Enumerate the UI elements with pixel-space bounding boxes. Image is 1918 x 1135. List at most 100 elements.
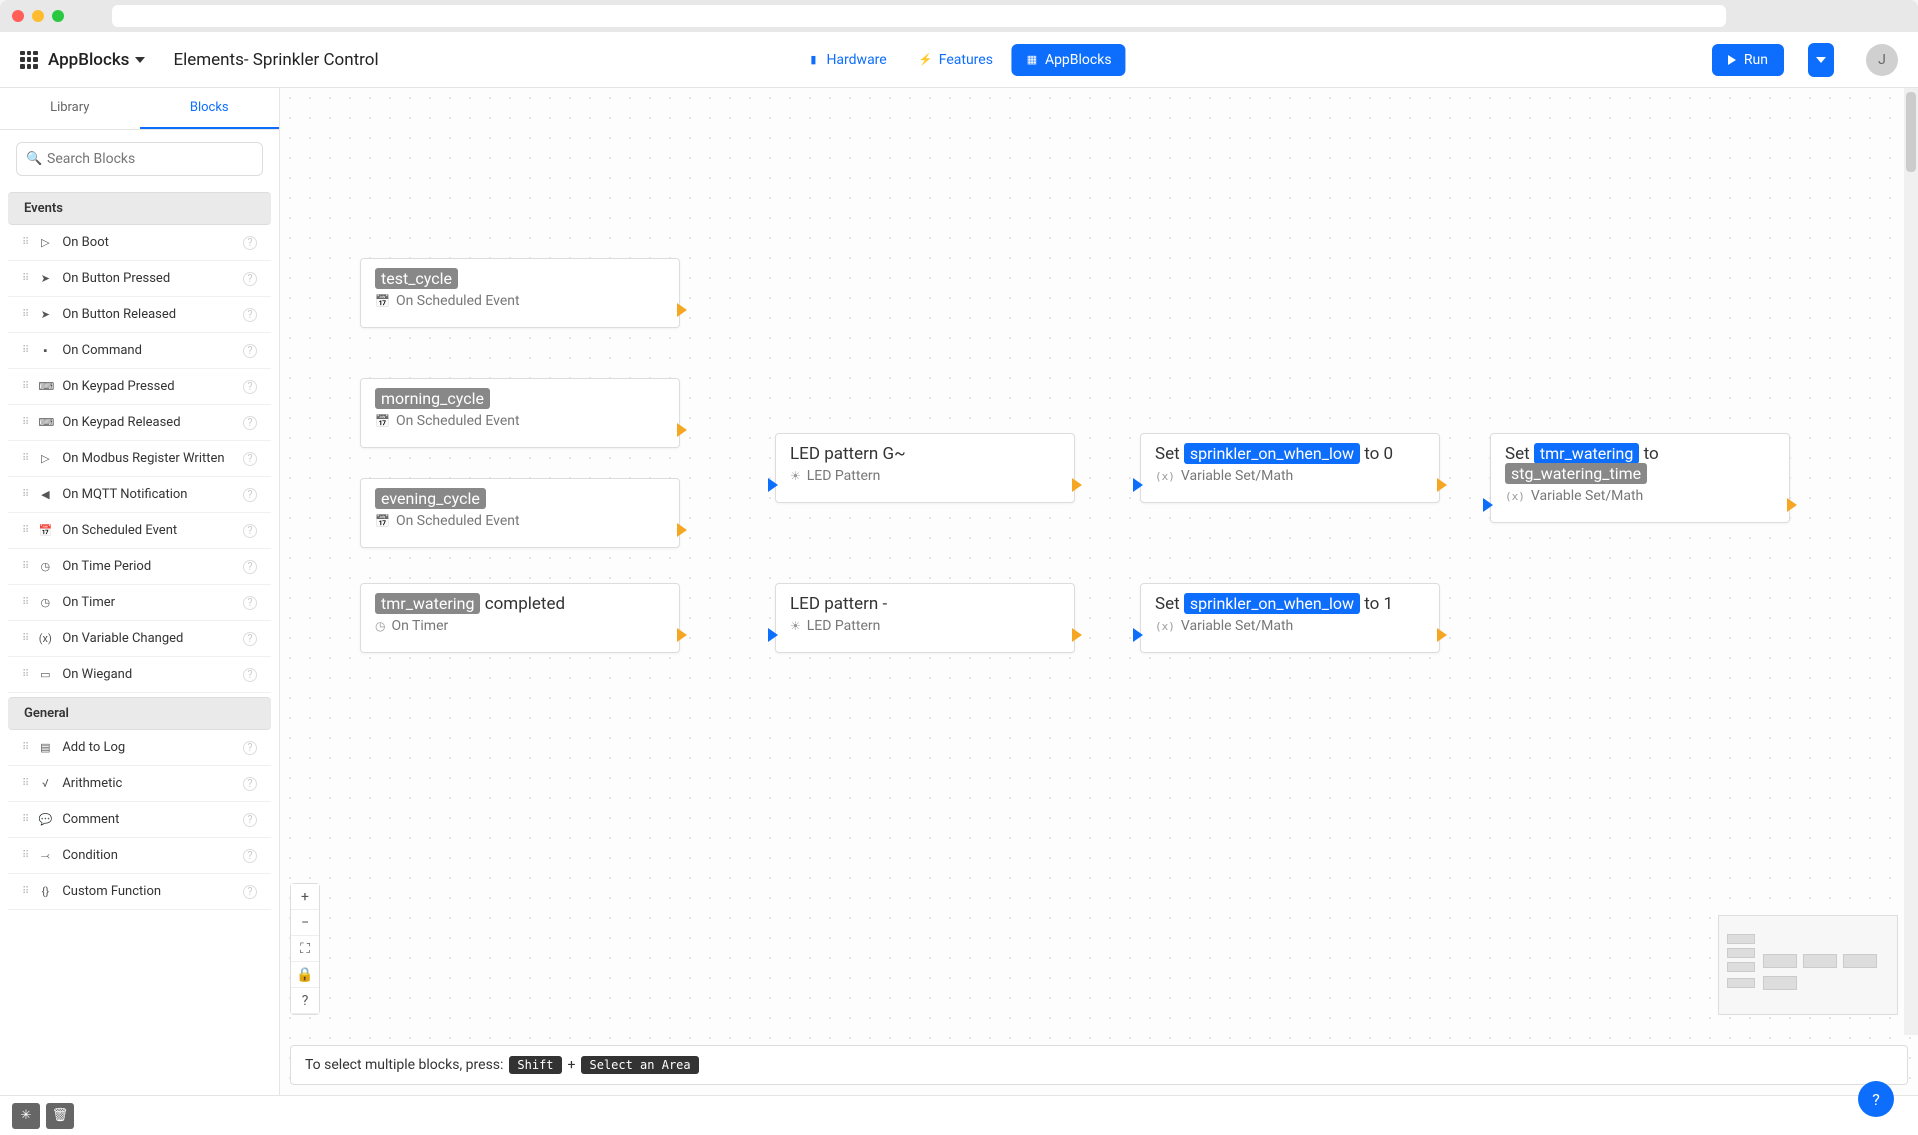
- canvas[interactable]: test_cycle On Scheduled Event morning_cy…: [280, 88, 1918, 1095]
- output-port[interactable]: [1437, 478, 1447, 492]
- clock-icon: [375, 618, 385, 634]
- help-icon[interactable]: ?: [243, 668, 257, 682]
- block-item-arithmetic[interactable]: ⠿√Arithmetic?: [8, 766, 271, 802]
- node-set-sprinkler-1[interactable]: Set sprinkler_on_when_low to 1 Variable …: [1140, 583, 1440, 653]
- node-tmr-watering[interactable]: tmr_watering completed On Timer: [360, 583, 680, 653]
- output-port[interactable]: [1787, 498, 1797, 512]
- output-port[interactable]: [1072, 628, 1082, 642]
- help-icon[interactable]: ?: [243, 236, 257, 250]
- node-test-cycle[interactable]: test_cycle On Scheduled Event: [360, 258, 680, 328]
- block-item-on-keypad-released[interactable]: ⠿⌨On Keypad Released?: [8, 405, 271, 441]
- node-value: 0: [1384, 444, 1394, 464]
- help-icon[interactable]: ?: [243, 777, 257, 791]
- block-item-custom-function[interactable]: ⠿{}Custom Function?: [8, 874, 271, 910]
- search-input[interactable]: [16, 142, 263, 176]
- help-icon[interactable]: ?: [243, 849, 257, 863]
- node-morning-cycle[interactable]: morning_cycle On Scheduled Event: [360, 378, 680, 448]
- block-item-on-modbus[interactable]: ⠿▷On Modbus Register Written?: [8, 441, 271, 477]
- block-item-on-command[interactable]: ⠿▪On Command?: [8, 333, 271, 369]
- block-item-on-keypad-pressed[interactable]: ⠿⌨On Keypad Pressed?: [8, 369, 271, 405]
- block-item-on-time-period[interactable]: ⠿◷On Time Period?: [8, 549, 271, 585]
- output-port[interactable]: [677, 303, 687, 317]
- block-item-on-timer[interactable]: ⠿◷On Timer?: [8, 585, 271, 621]
- app-menu[interactable]: AppBlocks: [20, 50, 145, 70]
- help-button[interactable]: ?: [291, 988, 319, 1014]
- minimize-window-icon[interactable]: [32, 10, 44, 22]
- url-bar[interactable]: [112, 5, 1726, 27]
- help-float-button[interactable]: ?: [1858, 1081, 1894, 1117]
- output-port[interactable]: [1437, 628, 1447, 642]
- variable-icon: [1505, 488, 1525, 504]
- run-label: Run: [1744, 52, 1768, 68]
- apps-grid-icon[interactable]: [20, 51, 38, 69]
- help-icon[interactable]: ?: [243, 524, 257, 538]
- drag-icon: ⠿: [22, 273, 28, 284]
- tab-hardware[interactable]: Hardware: [792, 44, 900, 76]
- help-icon[interactable]: ?: [243, 560, 257, 574]
- kbd-select-area: Select an Area: [581, 1056, 698, 1074]
- node-led-pattern-g[interactable]: LED pattern G~ LED Pattern: [775, 433, 1075, 503]
- block-item-on-scheduled[interactable]: ⠿📅On Scheduled Event?: [8, 513, 271, 549]
- close-window-icon[interactable]: [12, 10, 24, 22]
- tab-appblocks[interactable]: AppBlocks: [1011, 44, 1126, 76]
- help-icon[interactable]: ?: [243, 885, 257, 899]
- help-icon[interactable]: ?: [243, 344, 257, 358]
- node-variable: tmr_watering: [1534, 443, 1639, 464]
- help-icon[interactable]: ?: [243, 380, 257, 394]
- sidebar-tab-blocks[interactable]: Blocks: [140, 88, 280, 129]
- zoom-in-button[interactable]: +: [291, 884, 319, 910]
- block-item-condition[interactable]: ⠿⤙Condition?: [8, 838, 271, 874]
- input-port[interactable]: [1133, 628, 1143, 642]
- drag-icon: ⠿: [22, 489, 28, 500]
- braces-icon: {}: [38, 885, 52, 898]
- node-set-sprinkler-0[interactable]: Set sprinkler_on_when_low to 0 Variable …: [1140, 433, 1440, 503]
- scrollbar[interactable]: [1904, 88, 1918, 1035]
- log-icon: ▤: [38, 741, 52, 754]
- help-icon[interactable]: ?: [243, 308, 257, 322]
- lock-button[interactable]: 🔒: [291, 962, 319, 988]
- help-icon[interactable]: ?: [243, 272, 257, 286]
- help-icon[interactable]: ?: [243, 488, 257, 502]
- input-port[interactable]: [768, 628, 778, 642]
- input-port[interactable]: [768, 478, 778, 492]
- maximize-window-icon[interactable]: [52, 10, 64, 22]
- run-button[interactable]: Run: [1712, 44, 1784, 76]
- run-dropdown[interactable]: [1808, 43, 1834, 77]
- help-icon[interactable]: ?: [243, 813, 257, 827]
- footer: ✳ 🗑: [0, 1095, 1918, 1135]
- nav-tabs: Hardware Features AppBlocks: [792, 44, 1125, 76]
- output-port[interactable]: [677, 423, 687, 437]
- zoom-out-button[interactable]: −: [291, 910, 319, 936]
- trash-button[interactable]: 🗑: [46, 1103, 74, 1129]
- node-subtype: Variable Set/Math: [1181, 618, 1293, 634]
- node-title: LED pattern -: [790, 594, 1060, 614]
- block-item-add-log[interactable]: ⠿▤Add to Log?: [8, 730, 271, 766]
- help-icon[interactable]: ?: [243, 741, 257, 755]
- avatar[interactable]: J: [1866, 44, 1898, 76]
- input-port[interactable]: [1133, 478, 1143, 492]
- output-port[interactable]: [677, 628, 687, 642]
- help-icon[interactable]: ?: [243, 596, 257, 610]
- block-item-on-boot[interactable]: ⠿▷On Boot?: [8, 225, 271, 261]
- node-evening-cycle[interactable]: evening_cycle On Scheduled Event: [360, 478, 680, 548]
- output-port[interactable]: [1072, 478, 1082, 492]
- tab-features[interactable]: Features: [905, 44, 1007, 76]
- help-icon[interactable]: ?: [243, 452, 257, 466]
- block-item-on-button-released[interactable]: ⠿➤On Button Released?: [8, 297, 271, 333]
- help-icon[interactable]: ?: [243, 632, 257, 646]
- node-set-tmr[interactable]: Set tmr_watering to stg_watering_time Va…: [1490, 433, 1790, 523]
- block-item-comment[interactable]: ⠿💬Comment?: [8, 802, 271, 838]
- sidebar-tab-library[interactable]: Library: [0, 88, 140, 129]
- drag-icon: ⠿: [22, 778, 28, 789]
- node-led-pattern-dash[interactable]: LED pattern - LED Pattern: [775, 583, 1075, 653]
- debug-button[interactable]: ✳: [12, 1103, 40, 1129]
- minimap[interactable]: [1718, 915, 1898, 1015]
- block-item-on-wiegand[interactable]: ⠿▭On Wiegand?: [8, 657, 271, 693]
- input-port[interactable]: [1483, 498, 1493, 512]
- output-port[interactable]: [677, 523, 687, 537]
- block-item-on-mqtt[interactable]: ⠿◀On MQTT Notification?: [8, 477, 271, 513]
- block-item-on-button-pressed[interactable]: ⠿➤On Button Pressed?: [8, 261, 271, 297]
- block-item-on-variable-changed[interactable]: ⠿(x)On Variable Changed?: [8, 621, 271, 657]
- fit-button[interactable]: ⛶: [291, 936, 319, 962]
- help-icon[interactable]: ?: [243, 416, 257, 430]
